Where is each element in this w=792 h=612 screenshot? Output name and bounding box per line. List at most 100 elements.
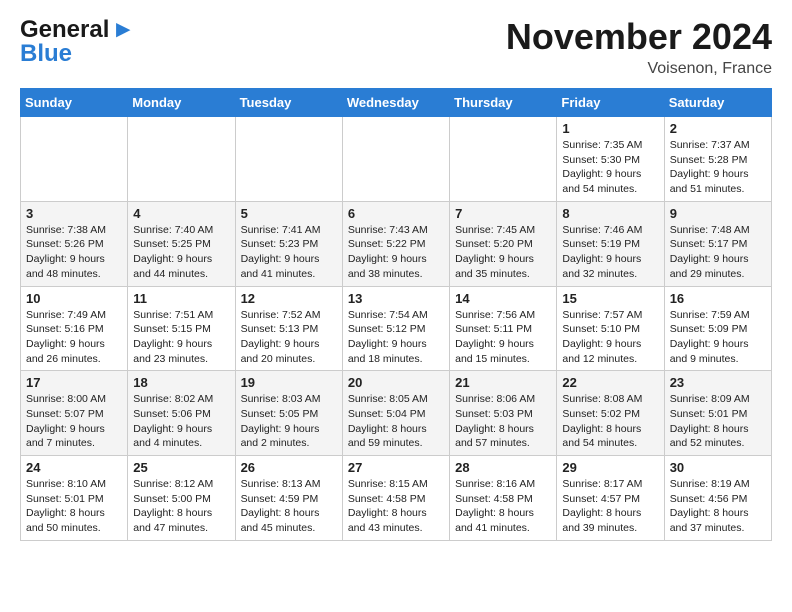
day-info: Sunrise: 7:54 AM Sunset: 5:12 PM Dayligh… xyxy=(348,308,444,367)
calendar-day-cell: 6Sunrise: 7:43 AM Sunset: 5:22 PM Daylig… xyxy=(342,201,449,286)
calendar-day-cell: 15Sunrise: 7:57 AM Sunset: 5:10 PM Dayli… xyxy=(557,286,664,371)
calendar-day-cell xyxy=(235,117,342,202)
day-info: Sunrise: 8:03 AM Sunset: 5:05 PM Dayligh… xyxy=(241,392,337,451)
calendar-day-cell: 20 Sunrise: 8:05 AM Sunset: 5:04 PM Dayli… xyxy=(342,371,449,456)
day-number: 21 xyxy=(455,375,551,390)
day-number: 11 xyxy=(133,291,229,306)
calendar-day-cell: 8 Sunrise: 7:46 AM Sunset: 5:19 PM Daylig… xyxy=(557,201,664,286)
day-info: Sunrise: 7:51 AM Sunset: 5:15 PM Dayligh… xyxy=(133,308,229,367)
logo-blue: Blue xyxy=(20,40,135,68)
calendar-day-cell: 11 Sunrise: 7:51 AM Sunset: 5:15 PM Dayli… xyxy=(128,286,235,371)
calendar-day-cell: 28 Sunrise: 8:16 AM Sunset: 4:58 PM Dayli… xyxy=(450,456,557,541)
logo: General ► Blue xyxy=(20,16,135,68)
day-info: Sunrise: 7:41 AM Sunset: 5:23 PM Dayligh… xyxy=(241,223,337,282)
day-number: 20 xyxy=(348,375,444,390)
day-info: Sunrise: 7:56 AM Sunset: 5:11 PM Dayligh… xyxy=(455,308,551,367)
title-area: November 2024 Voisenon, France xyxy=(506,16,772,78)
day-number: 4 xyxy=(133,206,229,221)
day-number: 18 xyxy=(133,375,229,390)
day-number: 6 xyxy=(348,206,444,221)
calendar-week-row: 1 Sunrise: 7:35 AM Sunset: 5:30 PM Daylig… xyxy=(21,117,772,202)
day-number: 2 xyxy=(670,121,766,136)
calendar-day-cell: 1 Sunrise: 7:35 AM Sunset: 5:30 PM Daylig… xyxy=(557,117,664,202)
weekday-header: Monday xyxy=(128,89,235,117)
weekday-header: Friday xyxy=(557,89,664,117)
calendar-day-cell: 12 Sunrise: 7:52 AM Sunset: 5:13 PM Dayli… xyxy=(235,286,342,371)
calendar-header-row: SundayMondayTuesdayWednesdayThursdayFrid… xyxy=(21,89,772,117)
calendar-week-row: 10 Sunrise: 7:49 AM Sunset: 5:16 PM Dayli… xyxy=(21,286,772,371)
day-number: 8 xyxy=(562,206,658,221)
calendar-day-cell: 30Sunrise: 8:19 AM Sunset: 4:56 PM Dayli… xyxy=(664,456,771,541)
day-number: 25 xyxy=(133,460,229,475)
day-info: Sunrise: 7:52 AM Sunset: 5:13 PM Dayligh… xyxy=(241,308,337,367)
day-info: Sunrise: 7:38 AM Sunset: 5:26 PM Dayligh… xyxy=(26,223,122,282)
calendar-day-cell: 26Sunrise: 8:13 AM Sunset: 4:59 PM Dayli… xyxy=(235,456,342,541)
calendar-day-cell xyxy=(342,117,449,202)
day-number: 3 xyxy=(26,206,122,221)
calendar-day-cell: 27 Sunrise: 8:15 AM Sunset: 4:58 PM Dayli… xyxy=(342,456,449,541)
calendar-day-cell: 7Sunrise: 7:45 AM Sunset: 5:20 PM Daylig… xyxy=(450,201,557,286)
day-info: Sunrise: 7:37 AM Sunset: 5:28 PM Dayligh… xyxy=(670,138,766,197)
day-info: Sunrise: 8:06 AM Sunset: 5:03 PM Dayligh… xyxy=(455,392,551,451)
day-info: Sunrise: 7:49 AM Sunset: 5:16 PM Dayligh… xyxy=(26,308,122,367)
calendar-week-row: 17 Sunrise: 8:00 AM Sunset: 5:07 PM Dayli… xyxy=(21,371,772,456)
calendar-day-cell: 16Sunrise: 7:59 AM Sunset: 5:09 PM Dayli… xyxy=(664,286,771,371)
calendar-day-cell xyxy=(128,117,235,202)
day-number: 9 xyxy=(670,206,766,221)
calendar-day-cell: 23 Sunrise: 8:09 AM Sunset: 5:01 PM Dayli… xyxy=(664,371,771,456)
day-info: Sunrise: 7:40 AM Sunset: 5:25 PM Dayligh… xyxy=(133,223,229,282)
day-info: Sunrise: 8:16 AM Sunset: 4:58 PM Dayligh… xyxy=(455,477,551,536)
day-info: Sunrise: 7:59 AM Sunset: 5:09 PM Dayligh… xyxy=(670,308,766,367)
day-number: 28 xyxy=(455,460,551,475)
day-number: 24 xyxy=(26,460,122,475)
calendar-week-row: 3 Sunrise: 7:38 AM Sunset: 5:26 PM Daylig… xyxy=(21,201,772,286)
day-number: 27 xyxy=(348,460,444,475)
calendar-day-cell: 5 Sunrise: 7:41 AM Sunset: 5:23 PM Daylig… xyxy=(235,201,342,286)
calendar-day-cell: 19Sunrise: 8:03 AM Sunset: 5:05 PM Dayli… xyxy=(235,371,342,456)
page-header: General ► Blue November 2024 Voisenon, F… xyxy=(20,16,772,78)
calendar-day-cell: 3 Sunrise: 7:38 AM Sunset: 5:26 PM Daylig… xyxy=(21,201,128,286)
day-info: Sunrise: 7:48 AM Sunset: 5:17 PM Dayligh… xyxy=(670,223,766,282)
day-info: Sunrise: 8:09 AM Sunset: 5:01 PM Dayligh… xyxy=(670,392,766,451)
calendar-day-cell: 4 Sunrise: 7:40 AM Sunset: 5:25 PM Daylig… xyxy=(128,201,235,286)
calendar-day-cell: 18 Sunrise: 8:02 AM Sunset: 5:06 PM Dayli… xyxy=(128,371,235,456)
weekday-header: Thursday xyxy=(450,89,557,117)
location: Voisenon, France xyxy=(506,60,772,78)
weekday-header: Wednesday xyxy=(342,89,449,117)
day-number: 14 xyxy=(455,291,551,306)
day-info: Sunrise: 8:05 AM Sunset: 5:04 PM Dayligh… xyxy=(348,392,444,451)
calendar-day-cell xyxy=(450,117,557,202)
day-info: Sunrise: 8:15 AM Sunset: 4:58 PM Dayligh… xyxy=(348,477,444,536)
day-number: 1 xyxy=(562,121,658,136)
calendar-day-cell: 22 Sunrise: 8:08 AM Sunset: 5:02 PM Dayli… xyxy=(557,371,664,456)
day-info: Sunrise: 8:19 AM Sunset: 4:56 PM Dayligh… xyxy=(670,477,766,536)
day-number: 23 xyxy=(670,375,766,390)
day-info: Sunrise: 8:10 AM Sunset: 5:01 PM Dayligh… xyxy=(26,477,122,536)
day-info: Sunrise: 8:08 AM Sunset: 5:02 PM Dayligh… xyxy=(562,392,658,451)
day-info: Sunrise: 7:57 AM Sunset: 5:10 PM Dayligh… xyxy=(562,308,658,367)
day-number: 22 xyxy=(562,375,658,390)
month-title: November 2024 xyxy=(506,16,772,58)
day-number: 26 xyxy=(241,460,337,475)
day-info: Sunrise: 7:35 AM Sunset: 5:30 PM Dayligh… xyxy=(562,138,658,197)
day-number: 10 xyxy=(26,291,122,306)
day-info: Sunrise: 7:45 AM Sunset: 5:20 PM Dayligh… xyxy=(455,223,551,282)
day-number: 5 xyxy=(241,206,337,221)
calendar-day-cell: 24 Sunrise: 8:10 AM Sunset: 5:01 PM Dayli… xyxy=(21,456,128,541)
calendar-day-cell: 21 Sunrise: 8:06 AM Sunset: 5:03 PM Dayli… xyxy=(450,371,557,456)
calendar-day-cell: 25 Sunrise: 8:12 AM Sunset: 5:00 PM Dayli… xyxy=(128,456,235,541)
day-info: Sunrise: 8:02 AM Sunset: 5:06 PM Dayligh… xyxy=(133,392,229,451)
calendar-day-cell: 9 Sunrise: 7:48 AM Sunset: 5:17 PM Daylig… xyxy=(664,201,771,286)
calendar-table: SundayMondayTuesdayWednesdayThursdayFrid… xyxy=(20,88,772,541)
day-info: Sunrise: 7:46 AM Sunset: 5:19 PM Dayligh… xyxy=(562,223,658,282)
day-number: 13 xyxy=(348,291,444,306)
calendar-day-cell: 10 Sunrise: 7:49 AM Sunset: 5:16 PM Dayli… xyxy=(21,286,128,371)
calendar-day-cell: 14 Sunrise: 7:56 AM Sunset: 5:11 PM Dayli… xyxy=(450,286,557,371)
calendar-day-cell: 29Sunrise: 8:17 AM Sunset: 4:57 PM Dayli… xyxy=(557,456,664,541)
day-info: Sunrise: 8:12 AM Sunset: 5:00 PM Dayligh… xyxy=(133,477,229,536)
day-number: 17 xyxy=(26,375,122,390)
day-info: Sunrise: 8:00 AM Sunset: 5:07 PM Dayligh… xyxy=(26,392,122,451)
day-info: Sunrise: 8:17 AM Sunset: 4:57 PM Dayligh… xyxy=(562,477,658,536)
calendar-day-cell xyxy=(21,117,128,202)
day-number: 12 xyxy=(241,291,337,306)
